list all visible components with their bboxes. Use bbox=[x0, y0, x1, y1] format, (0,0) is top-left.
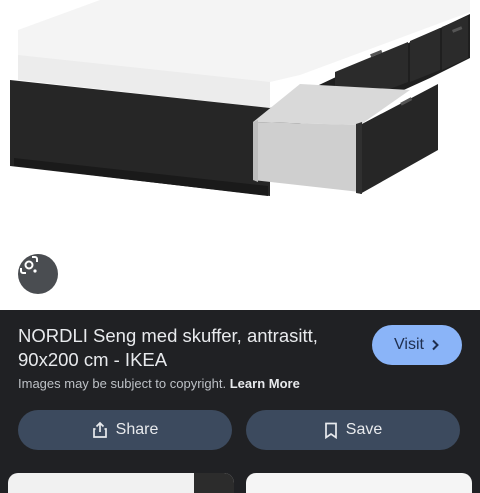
save-label: Save bbox=[345, 421, 383, 438]
result-info-panel: NORDLI Seng med skuffer, antrasitt, 90x2… bbox=[0, 310, 480, 493]
thumbnail-content bbox=[194, 473, 234, 493]
result-title[interactable]: NORDLI Seng med skuffer, antrasitt, 90x2… bbox=[18, 324, 353, 372]
google-lens-icon bbox=[20, 256, 38, 274]
learn-more-link[interactable]: Learn More bbox=[230, 376, 300, 391]
bookmark-icon bbox=[324, 422, 337, 439]
product-image[interactable] bbox=[0, 0, 480, 310]
google-lens-button[interactable] bbox=[18, 254, 58, 294]
save-button[interactable]: Save bbox=[246, 410, 460, 450]
visit-button[interactable]: Visit bbox=[372, 325, 462, 365]
related-image-thumbnail[interactable] bbox=[8, 473, 234, 493]
copyright-notice: Images may be subject to copyright. Lear… bbox=[18, 376, 300, 391]
copyright-text: Images may be subject to copyright. bbox=[18, 376, 227, 391]
chevron-right-icon bbox=[432, 339, 439, 351]
share-icon bbox=[92, 421, 107, 438]
share-label: Share bbox=[115, 421, 159, 438]
visit-label: Visit bbox=[394, 336, 424, 353]
bed-with-drawers-image bbox=[10, 0, 470, 196]
share-button[interactable]: Share bbox=[18, 410, 232, 450]
related-image-thumbnail[interactable] bbox=[246, 473, 472, 493]
